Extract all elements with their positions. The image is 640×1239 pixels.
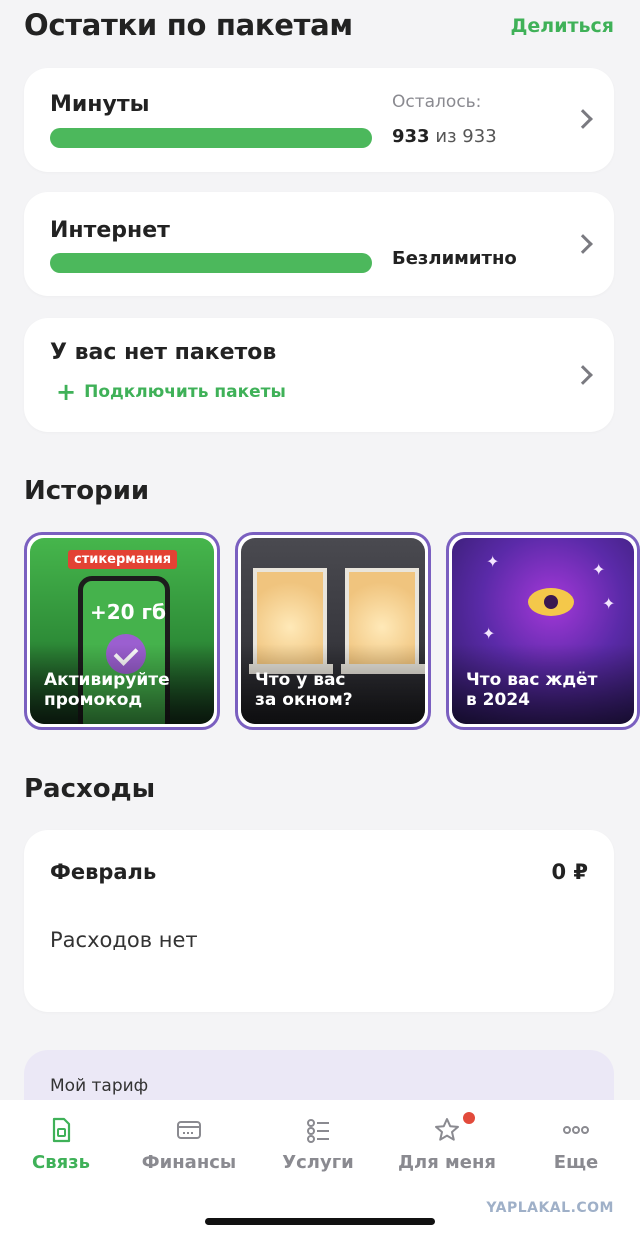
tab-finance[interactable]: Финансы: [125, 1112, 253, 1182]
internet-title: Интернет: [50, 218, 170, 243]
sim-card-icon: [52, 1117, 71, 1143]
my-tariff-label: Мой тариф: [50, 1076, 149, 1096]
header: Остатки по пакетам Делиться: [0, 0, 640, 56]
expense-month: Февраль: [50, 860, 157, 884]
promo-gb-text: +20 гб: [90, 600, 166, 624]
story-card-promo[interactable]: стикермания +20 гб Активируйте промокод: [24, 532, 220, 730]
minutes-remaining-value: 933 из 933: [392, 126, 497, 147]
story-image: стикермания +20 гб Активируйте промокод: [30, 538, 214, 724]
sparkle-icon: ✦: [592, 560, 606, 579]
story-image: ✦ ✦ ✦ ✦ Что вас ждёт в 2024: [452, 538, 634, 724]
expenses-title: Расходы: [24, 774, 156, 804]
minutes-package-card[interactable]: Минуты Осталось: 933 из 933: [24, 68, 614, 172]
eye-icon: [528, 588, 574, 616]
no-packages-card[interactable]: У вас нет пакетов + Подключить пакеты: [24, 318, 614, 432]
minutes-remaining-total: из 933: [435, 126, 497, 147]
minutes-progress-bar: [50, 128, 372, 148]
sparkle-icon: ✦: [486, 552, 500, 571]
internet-status: Безлимитно: [392, 248, 517, 269]
sparkle-icon: ✦: [482, 624, 496, 643]
share-link[interactable]: Делиться: [510, 15, 614, 37]
notification-badge: [463, 1112, 475, 1124]
connect-packages-label: Подключить пакеты: [84, 382, 286, 402]
tab-label: Еще: [553, 1152, 599, 1173]
tab-label: Услуги: [282, 1152, 354, 1173]
minutes-remaining-label: Осталось:: [392, 92, 482, 112]
tab-label: Связь: [32, 1152, 90, 1173]
sticker-badge: стикермания: [68, 550, 178, 569]
story-caption: Активируйте промокод: [44, 670, 170, 710]
story-caption: Что вас ждёт в 2024: [466, 670, 598, 710]
story-card-2024[interactable]: ✦ ✦ ✦ ✦ Что вас ждёт в 2024: [446, 532, 640, 730]
chevron-right-icon[interactable]: [573, 365, 593, 385]
tab-label: Для меня: [398, 1152, 496, 1173]
home-indicator[interactable]: [205, 1218, 435, 1225]
watermark: YAPLAKAL.COM: [486, 1200, 614, 1216]
story-caption: Что у вас за окном?: [255, 670, 353, 710]
connect-packages-link[interactable]: + Подключить пакеты: [56, 380, 286, 404]
services-list-icon: [307, 1119, 329, 1143]
chevron-right-icon[interactable]: [573, 109, 593, 129]
wallet-icon: [177, 1121, 201, 1139]
expense-amount: 0 ₽: [551, 860, 588, 884]
expenses-card[interactable]: Февраль 0 ₽ Расходов нет: [24, 830, 614, 1012]
minutes-remaining-amount: 933: [392, 126, 430, 147]
plus-icon: +: [56, 378, 77, 406]
tab-services[interactable]: Услуги: [254, 1112, 382, 1182]
chevron-right-icon[interactable]: [573, 234, 593, 254]
internet-package-card[interactable]: Интернет Безлимитно: [24, 192, 614, 296]
minutes-title: Минуты: [50, 92, 150, 117]
no-packages-title: У вас нет пакетов: [50, 340, 277, 365]
star-icon: [435, 1118, 459, 1141]
stories-title: Истории: [24, 476, 150, 506]
story-image: Что у вас за окном?: [241, 538, 425, 724]
internet-progress-bar: [50, 253, 372, 273]
page-title: Остатки по пакетам: [24, 8, 353, 42]
tab-label: Финансы: [141, 1152, 237, 1173]
sparkle-icon: ✦: [602, 594, 616, 613]
tab-for-me[interactable]: Для меня: [383, 1112, 511, 1182]
story-card-window[interactable]: Что у вас за окном?: [235, 532, 431, 730]
tab-more[interactable]: Еще: [512, 1112, 640, 1182]
tab-connection[interactable]: Связь: [0, 1112, 125, 1182]
expense-empty-text: Расходов нет: [50, 928, 198, 952]
more-dots-icon: [563, 1126, 589, 1134]
